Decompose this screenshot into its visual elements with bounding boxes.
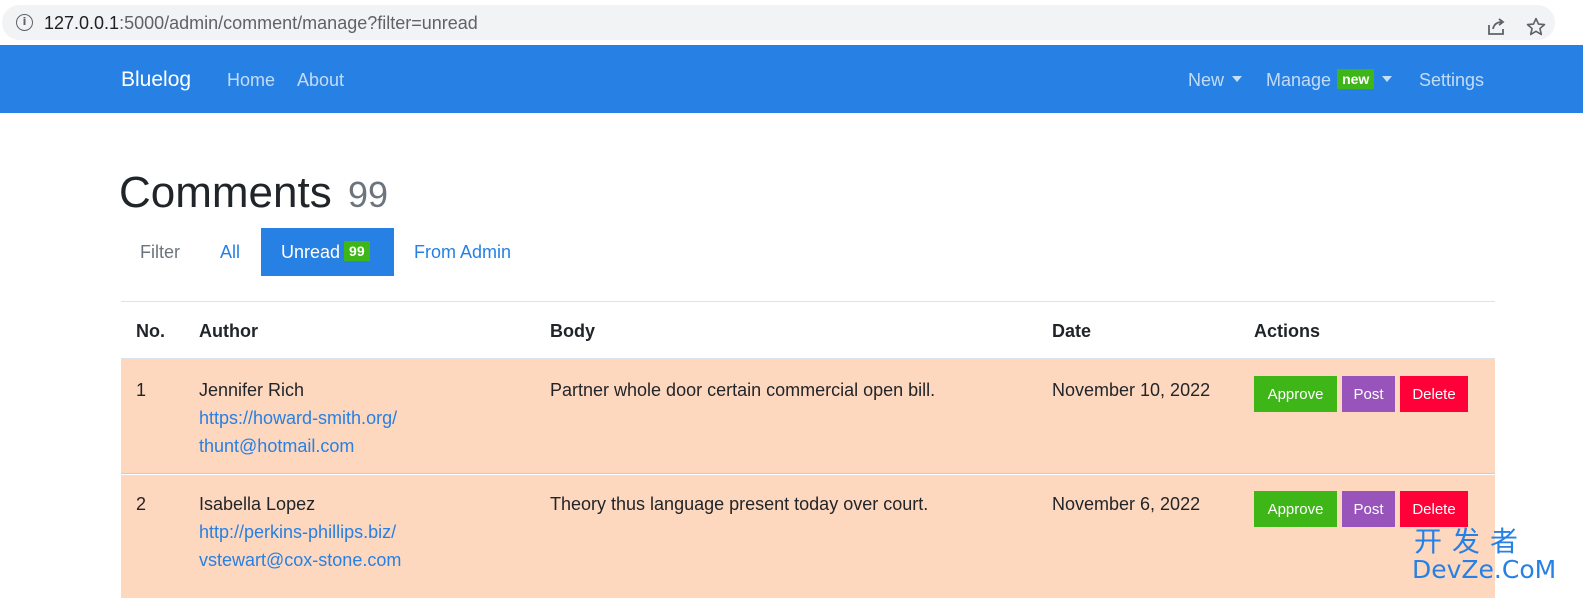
- page-title-text: Comments: [119, 168, 332, 217]
- watermark-logo: 开发者 DevZe.CoM: [1410, 526, 1560, 586]
- nav-manage-dropdown[interactable]: Manage new: [1266, 68, 1393, 92]
- caret-down-icon: [1382, 76, 1393, 82]
- watermark-site-text: DevZe.CoM: [1412, 555, 1557, 584]
- comment-date: November 10, 2022: [1052, 380, 1211, 400]
- bookmark-star-icon[interactable]: [1525, 16, 1547, 38]
- manage-new-badge: new: [1337, 69, 1375, 89]
- row-number: 1: [136, 380, 147, 400]
- site-info-icon[interactable]: i: [16, 14, 33, 31]
- delete-button[interactable]: Delete: [1400, 376, 1468, 412]
- unread-count-badge: 99: [344, 241, 370, 261]
- header-author: Author: [199, 321, 258, 341]
- share-icon[interactable]: [1486, 17, 1506, 37]
- author-cell: Isabella Lopez http://perkins-phillips.b…: [199, 490, 401, 574]
- table-row: 2 Isabella Lopez http://perkins-phillips…: [121, 475, 1495, 598]
- url-text[interactable]: 127.0.0.1:5000/admin/comment/manage?filt…: [44, 12, 478, 34]
- author-site-link[interactable]: http://perkins-phillips.biz/: [199, 518, 401, 546]
- post-button[interactable]: Post: [1342, 376, 1395, 412]
- table-row: 1 Jennifer Rich https://howard-smith.org…: [121, 360, 1495, 474]
- browser-toolbar: i 127.0.0.1:5000/admin/comment/manage?fi…: [0, 0, 1583, 45]
- tab-unread-label: Unread: [281, 242, 341, 262]
- author-name: Isabella Lopez: [199, 494, 316, 514]
- nav-new-label: New: [1188, 70, 1225, 90]
- approve-button[interactable]: Approve: [1254, 376, 1337, 412]
- page-title: Comments 99: [119, 166, 388, 222]
- nav-manage-label: Manage: [1266, 70, 1332, 90]
- tab-unread[interactable]: Unread 99: [261, 228, 394, 276]
- post-button[interactable]: Post: [1342, 491, 1395, 527]
- url-path: :5000/admin/comment/manage?filter=unread: [119, 13, 478, 33]
- author-email-link[interactable]: vstewart@cox-stone.com: [199, 546, 401, 574]
- nav-home-link[interactable]: Home: [227, 68, 275, 92]
- navbar: Bluelog Home About New Manage new Setting…: [0, 45, 1583, 113]
- divider: [121, 301, 1495, 302]
- row-number: 2: [136, 494, 147, 514]
- delete-button[interactable]: Delete: [1400, 491, 1468, 527]
- nav-new-dropdown[interactable]: New: [1188, 68, 1243, 92]
- tab-from-admin[interactable]: From Admin: [394, 228, 531, 276]
- comment-count: 99: [347, 174, 388, 215]
- comment-date: November 6, 2022: [1052, 494, 1201, 514]
- approve-button[interactable]: Approve: [1254, 491, 1337, 527]
- comment-body: Theory thus language present today over …: [550, 494, 929, 514]
- header-no: No.: [136, 321, 165, 341]
- nav-about-link[interactable]: About: [297, 68, 344, 92]
- nav-settings-link[interactable]: Settings: [1419, 68, 1484, 92]
- caret-down-icon: [1232, 76, 1243, 82]
- author-cell: Jennifer Rich https://howard-smith.org/ …: [199, 376, 397, 460]
- filter-label: Filter: [140, 242, 180, 262]
- author-name: Jennifer Rich: [199, 380, 305, 400]
- tab-all[interactable]: All: [200, 228, 260, 276]
- header-date: Date: [1052, 321, 1092, 341]
- watermark-chinese-text: 开发者: [1414, 525, 1529, 558]
- author-site-link[interactable]: https://howard-smith.org/: [199, 404, 397, 432]
- navbar-brand[interactable]: Bluelog: [121, 67, 191, 93]
- header-actions: Actions: [1254, 321, 1321, 341]
- url-host: 127.0.0.1: [44, 13, 120, 33]
- header-body: Body: [550, 321, 595, 341]
- author-email-link[interactable]: thunt@hotmail.com: [199, 432, 397, 460]
- address-bar[interactable]: i 127.0.0.1:5000/admin/comment/manage?fi…: [2, 5, 1555, 40]
- comment-body: Partner whole door certain commercial op…: [550, 380, 936, 400]
